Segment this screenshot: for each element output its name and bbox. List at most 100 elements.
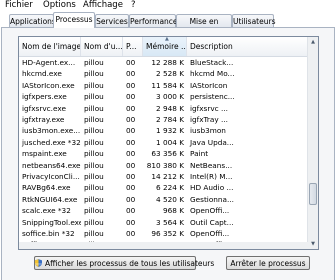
tab-applications[interactable]: Applications xyxy=(9,14,56,27)
scroll-down-arrow-icon[interactable]: ▼ xyxy=(308,239,318,249)
cell-description: NetBeans... xyxy=(190,160,233,170)
table-row[interactable]: igfxsrvc.exe pillou 00 2 948 K igfxsrvc ... xyxy=(19,103,309,114)
cell-image-name: igfxsrvc.exe xyxy=(22,103,66,113)
cell-user-name: pillou xyxy=(84,194,104,204)
cell-image-name: mspaint.exe xyxy=(22,149,67,159)
menu-options[interactable]: Options xyxy=(41,0,78,11)
table-row[interactable]: mspaint.exe pillou 00 63 356 K Paint xyxy=(19,148,309,159)
cell-image-name: soffice.bin *32 xyxy=(22,229,75,238)
cell-memory: 968 K xyxy=(162,206,184,216)
cell-user-name: pillou xyxy=(84,149,104,159)
cell-user-name: pillou xyxy=(84,69,104,79)
cell-user-name: pillou xyxy=(84,58,104,67)
table-row[interactable]: hkcmd.exe pillou 00 2 528 K hkcmd Mo... xyxy=(19,68,309,79)
cell-memory: 96 352 K xyxy=(151,229,184,238)
tab-processus[interactable]: Processus xyxy=(53,12,95,28)
cell-image-name: igfxtray.exe xyxy=(22,115,65,124)
menu-affichage[interactable]: Affichage xyxy=(81,0,125,11)
cell-description: Java Upda... xyxy=(190,137,234,147)
menu-bar: Fichier Options Affichage ? xyxy=(0,0,336,12)
table-row[interactable]: IAStorIcon.exe pillou 00 11 584 K IAStorIcon xyxy=(19,80,309,91)
table-row[interactable]: soffice.bin *32 pillou 00 96 352 K OpenOffi.… xyxy=(19,228,309,239)
table-row[interactable]: HD-Agent.ex... pillou 00 12 288 K BlueStack.… xyxy=(19,57,309,68)
cell-image-name: RAVBg64.exe xyxy=(22,183,71,193)
cell-memory: 2 948 K xyxy=(156,103,184,113)
cell-user-name: pillou xyxy=(84,183,104,193)
cell-cpu: 00 xyxy=(126,194,136,204)
cell-memory: 2 528 K xyxy=(156,69,184,79)
table-row[interactable]: scalc.exe *32 pillou 00 968 K OpenOffi... xyxy=(19,205,309,216)
cell-cpu: 00 xyxy=(126,126,136,136)
scroll-up-arrow-icon[interactable]: ▲ xyxy=(308,37,318,47)
shield-icon xyxy=(35,259,42,267)
end-process-button[interactable]: Arrêter le processus xyxy=(226,256,310,270)
show-all-users-button[interactable]: Afficher les processus de tous les utili… xyxy=(34,256,214,270)
table-row[interactable]: jusched.exe *32 pillou 00 1 004 K Java Upda.… xyxy=(19,137,309,148)
cell-memory: 1 932 K xyxy=(156,126,184,136)
column-header-user-name[interactable]: Nom d'u... xyxy=(81,37,123,56)
scrollbar-thumb[interactable] xyxy=(309,183,317,205)
cell-cpu: 00 xyxy=(126,149,136,159)
tab-utilisateurs[interactable]: Utilisateurs xyxy=(232,14,275,27)
table-row[interactable]: igfxtray.exe pillou 00 2 784 K igfxTray ... xyxy=(19,114,309,125)
table-row[interactable]: RtkNGUI64.exe pillou 00 4 520 K Gestionna... xyxy=(19,194,309,205)
cell-cpu: 00 xyxy=(126,115,136,124)
cell-description: HD Audio ... xyxy=(190,183,234,193)
cell-image-name: SnippingTool.exe xyxy=(22,217,81,227)
cell-description: igfxTray ... xyxy=(190,115,228,124)
cell-user-name: pillou xyxy=(84,137,104,147)
menu-fichier[interactable]: Fichier xyxy=(3,0,35,11)
cell-image-name: jusched.exe *32 xyxy=(22,137,81,147)
cell-image-name: PrivacyIconCli... xyxy=(22,172,80,181)
process-list[interactable]: Nom de l'image Nom d'u... P... ▲ Mémoire… xyxy=(18,36,319,250)
column-header-memory[interactable]: ▲ Mémoire ... xyxy=(143,37,187,56)
column-label-cpu: P... xyxy=(126,42,137,51)
cell-cpu: 00 xyxy=(126,58,136,67)
cell-memory: 6 224 K xyxy=(156,183,184,193)
cell-image-name: scalc.exe *32 xyxy=(22,206,71,216)
tab-performance[interactable]: Performance xyxy=(129,14,178,27)
table-row[interactable]: netbeans64.exe pillou 00 810 380 K NetBeans.… xyxy=(19,160,309,171)
show-all-users-label: Afficher les processus de tous les utili… xyxy=(45,259,215,268)
cell-description: IAStorIcon xyxy=(190,80,228,90)
cell-image-name: RtkNGUI64.exe xyxy=(22,194,78,204)
vertical-scrollbar[interactable]: ▲ ▼ xyxy=(307,37,318,249)
horizontal-scrollbar[interactable] xyxy=(19,242,309,249)
cell-memory: 3 000 K xyxy=(156,92,184,102)
sort-arrow-icon: ▲ xyxy=(165,37,169,42)
cell-user-name: pillou xyxy=(84,115,104,124)
table-row[interactable]: RAVBg64.exe pillou 00 6 224 K HD Audio ... xyxy=(19,182,309,193)
cell-image-name: IAStorIcon.exe xyxy=(22,80,75,90)
table-row[interactable]: SnippingTool.exe pillou 00 3 564 K Outil Cap… xyxy=(19,217,309,228)
cell-description: Intel(R) M... xyxy=(190,172,233,181)
cell-description: iusb3mon xyxy=(190,126,226,136)
tab-mise-en-reseau[interactable]: Mise en réseau xyxy=(176,14,232,39)
cell-cpu: 00 xyxy=(126,229,136,238)
cell-memory: 12 288 K xyxy=(151,58,184,67)
column-header-description[interactable]: Description xyxy=(187,37,309,56)
cell-memory: 2 784 K xyxy=(156,115,184,124)
tab-services[interactable]: Services xyxy=(95,14,129,27)
cell-description: hkcmd Mo... xyxy=(190,69,235,79)
column-header-image-name[interactable]: Nom de l'image xyxy=(19,37,81,56)
cell-description: Paint xyxy=(190,149,209,159)
column-header-row: Nom de l'image Nom d'u... P... ▲ Mémoire… xyxy=(19,37,309,57)
cell-image-name: iusb3mon.exe... xyxy=(22,126,81,136)
menu-help[interactable]: ? xyxy=(129,0,138,11)
cell-cpu: 00 xyxy=(126,103,136,113)
cell-user-name: pillou xyxy=(84,160,104,170)
cell-user-name: pillou xyxy=(84,172,104,181)
cell-cpu: 00 xyxy=(126,217,136,227)
table-row[interactable]: PrivacyIconCli... pillou 00 14 212 K Intel(R… xyxy=(19,171,309,182)
table-row[interactable]: igfxpers.exe pillou 00 3 000 K persistenc... xyxy=(19,91,309,102)
cell-user-name: pillou xyxy=(84,80,104,90)
cell-cpu: 00 xyxy=(126,92,136,102)
table-row[interactable]: iusb3mon.exe... pillou 00 1 932 K iusb3mon xyxy=(19,125,309,136)
cell-description: persistenc... xyxy=(190,92,235,102)
column-header-cpu[interactable]: P... xyxy=(123,37,143,56)
cell-description: OpenOffi... xyxy=(190,229,230,238)
column-label-description: Description xyxy=(190,42,233,51)
cell-cpu: 00 xyxy=(126,172,136,181)
cell-description: Gestionna... xyxy=(190,194,234,204)
cell-memory: 4 520 K xyxy=(156,194,184,204)
